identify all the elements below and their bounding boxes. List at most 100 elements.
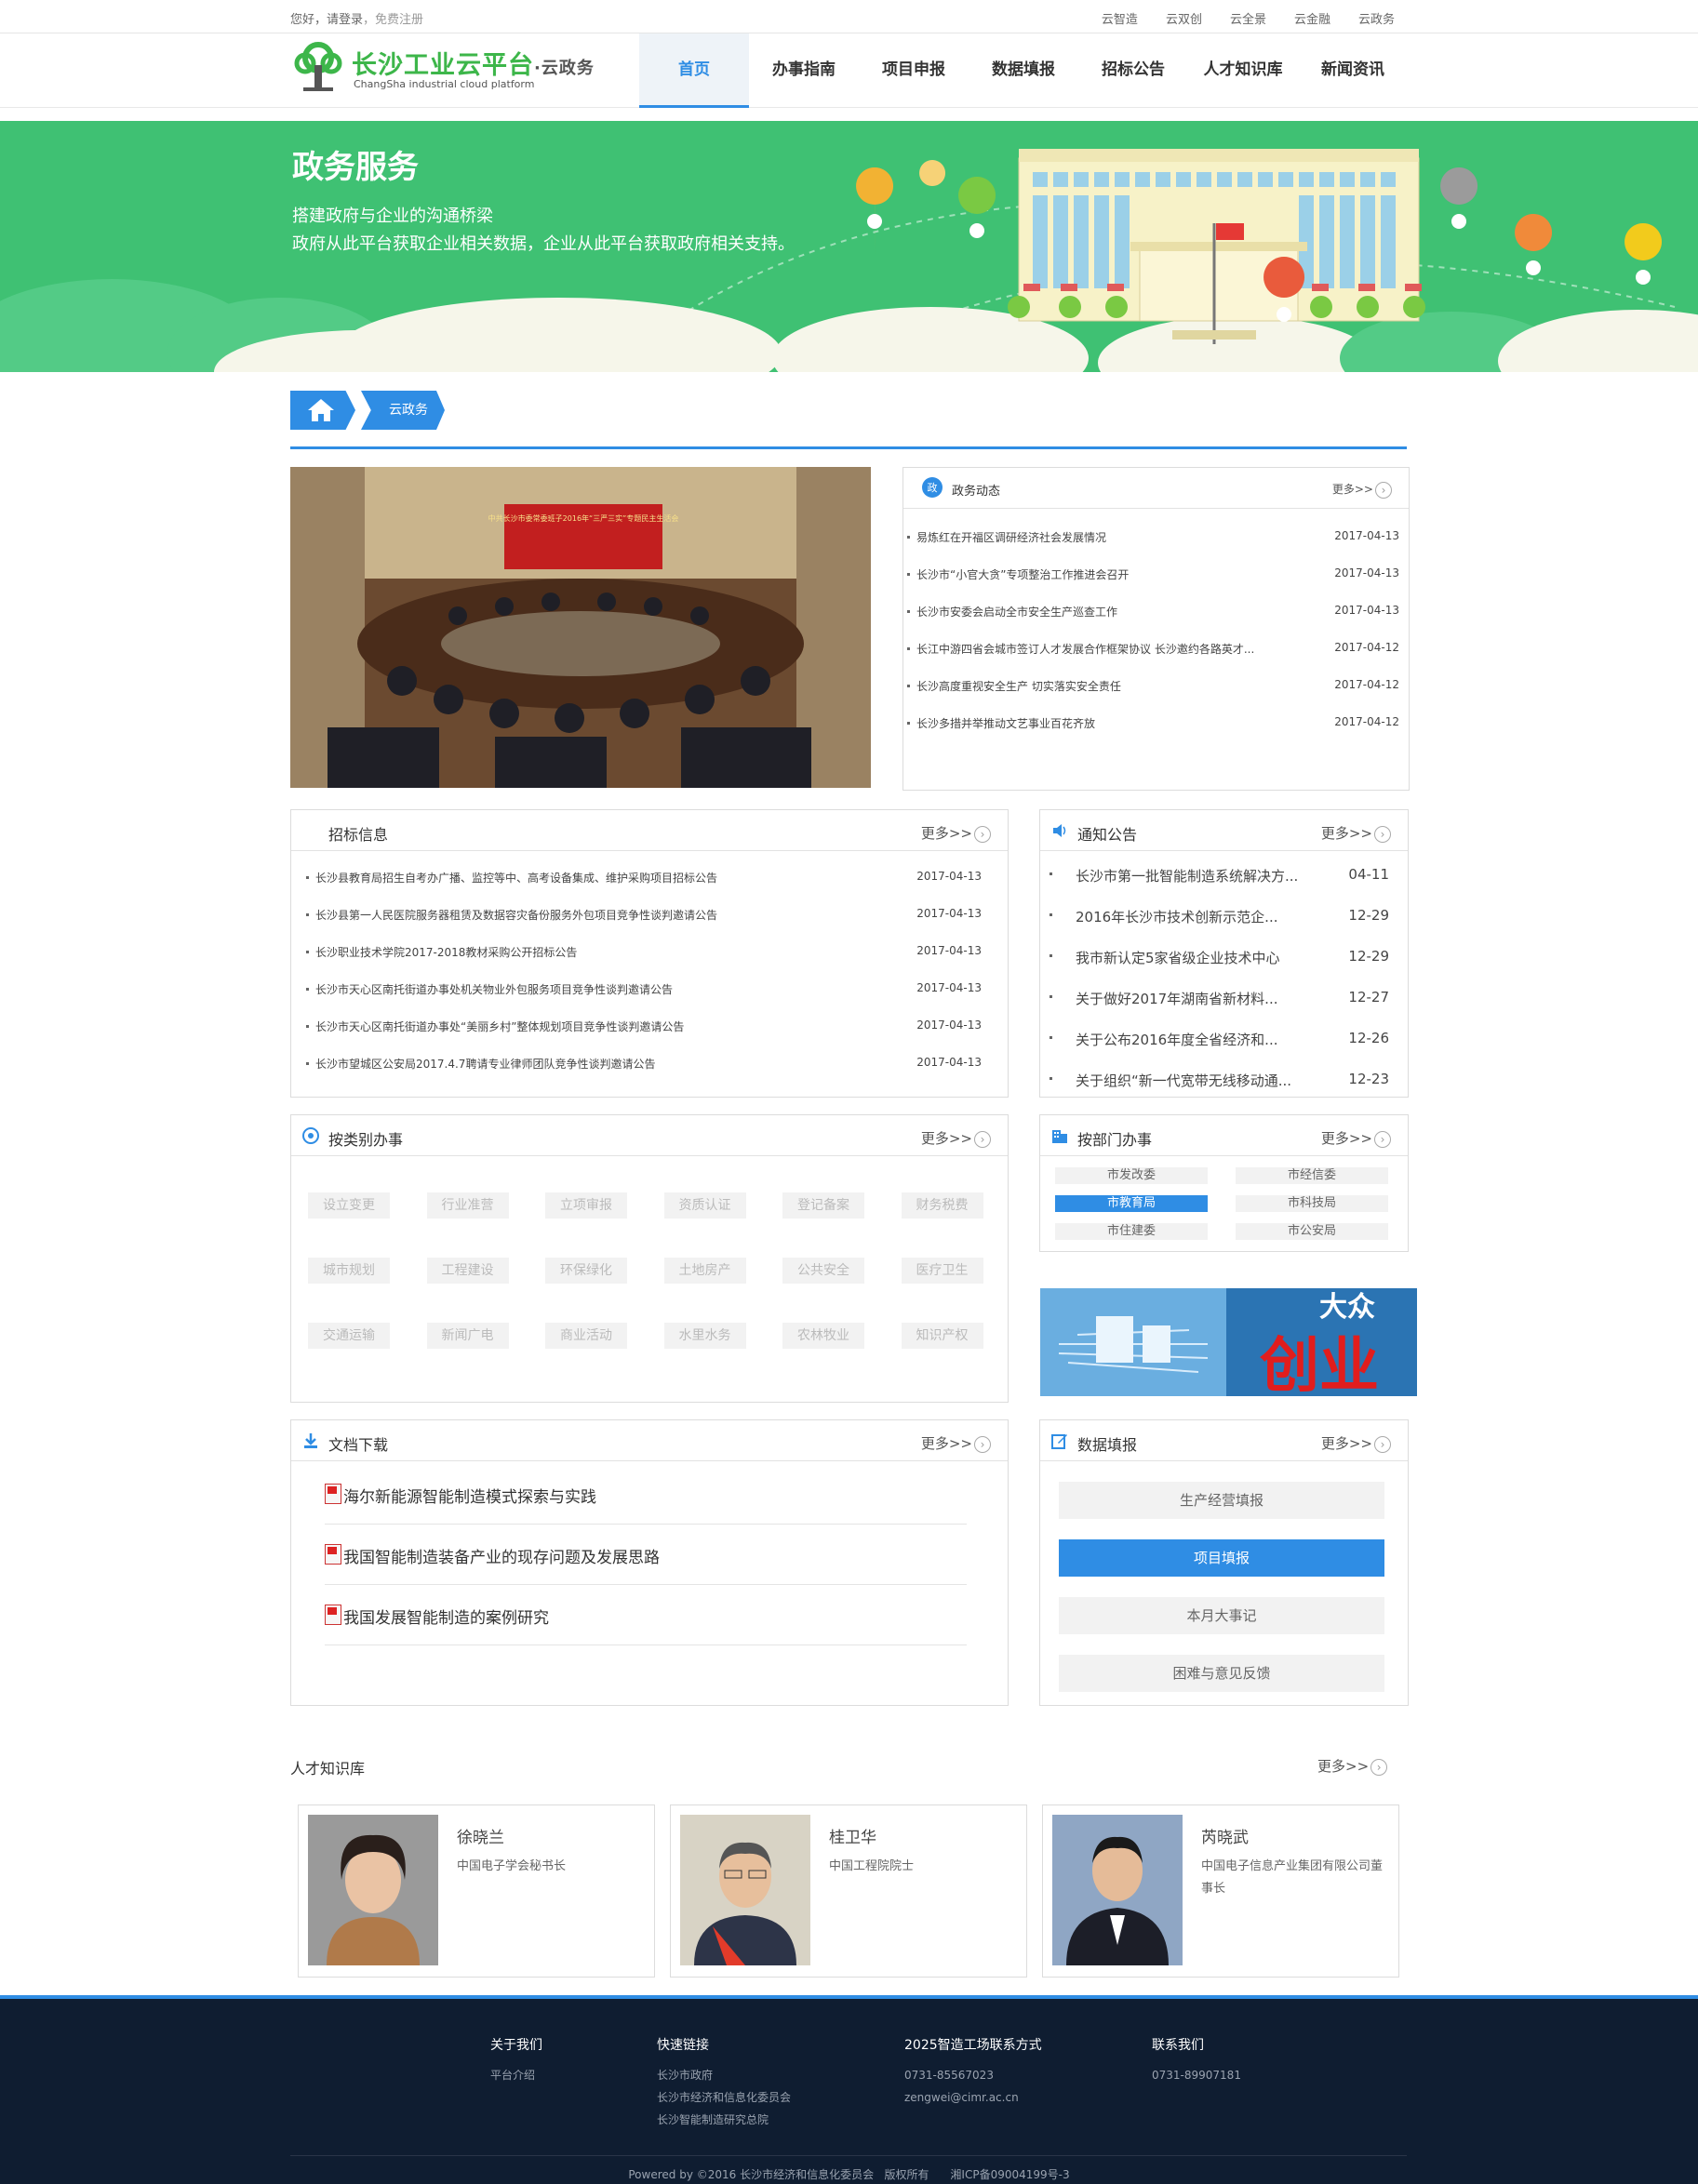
footer-link-smart-mfg-institute[interactable]: 长沙智能制造研究总院 <box>657 2109 791 2131</box>
bidding-item-title[interactable]: 长沙市天心区南托街道办事处机关物业外包服务项目竞争性谈判邀请公告 <box>315 981 673 997</box>
entrepreneurship-banner[interactable]: 大众 创业 <box>1040 1288 1417 1396</box>
news-item-title[interactable]: 长江中游四省会城市签订人才发展合作框架协议 长沙邀约各路英才... <box>916 641 1254 657</box>
notice-item[interactable]: 关于公布2016年度全省经济和... 12-26 <box>1040 1019 1408 1056</box>
talent-card[interactable]: 芮晓武 中国电子信息产业集团有限公司董事长 <box>1042 1804 1399 1978</box>
category-tag[interactable]: 知识产权 <box>901 1323 983 1349</box>
category-tag[interactable]: 商业活动 <box>545 1323 627 1349</box>
category-tag[interactable]: 公共安全 <box>782 1258 864 1284</box>
notice-item[interactable]: 长沙市第一批智能制造系统解决方... 04-11 <box>1040 855 1408 892</box>
talent-card[interactable]: 徐晓兰 中国电子学会秘书长 <box>298 1804 655 1978</box>
news-photo[interactable]: 中共长沙市委常委班子2016年“三严三实”专题民主生活会 <box>290 467 871 788</box>
category-tag[interactable]: 农林牧业 <box>782 1323 864 1349</box>
notice-item-title[interactable]: 关于做好2017年湖南省新材料... <box>1076 989 1277 1008</box>
department-tag[interactable]: 市公安局 <box>1236 1223 1388 1240</box>
site-logo[interactable]: 长沙工业云平台·云政务 ChangSha industrial cloud pl… <box>290 37 597 93</box>
breadcrumb-current[interactable]: 云政务 <box>361 391 445 430</box>
department-tag[interactable]: 市发改委 <box>1055 1167 1208 1184</box>
category-tag[interactable]: 财务税费 <box>901 1192 983 1219</box>
category-tag[interactable]: 设立变更 <box>308 1192 390 1219</box>
news-item[interactable]: 长沙市安委会启动全市安全生产巡查工作 2017-04-13 <box>903 593 1409 630</box>
nav-data-fill[interactable]: 数据填报 <box>969 33 1078 108</box>
notice-item[interactable]: 2016年长沙市技术创新示范企... 12-29 <box>1040 896 1408 933</box>
category-tag[interactable]: 工程建设 <box>426 1258 509 1284</box>
platform-link-yunzhizao[interactable]: 云智造 <box>1102 9 1138 27</box>
nav-home[interactable]: 首页 <box>639 33 749 108</box>
bidding-item-title[interactable]: 长沙市天心区南托街道办事处“美丽乡村”整体规划项目竞争性谈判邀请公告 <box>315 1019 684 1034</box>
breadcrumb-home[interactable] <box>290 391 355 430</box>
platform-link-yunshuangchuang[interactable]: 云双创 <box>1166 9 1202 27</box>
nav-project-apply[interactable]: 项目申报 <box>859 33 969 108</box>
news-item[interactable]: 长江中游四省会城市签订人才发展合作框架协议 长沙邀约各路英才... 2017-04… <box>903 630 1409 667</box>
news-item[interactable]: 长沙高度重视安全生产 切实落实安全责任 2017-04-12 <box>903 667 1409 704</box>
department-tag[interactable]: 市科技局 <box>1236 1195 1388 1212</box>
category-tag[interactable]: 新闻广电 <box>426 1323 509 1349</box>
docs-more[interactable]: 更多>> › <box>921 1433 991 1453</box>
category-tag[interactable]: 登记备案 <box>782 1192 864 1219</box>
footer-link-econ-committee[interactable]: 长沙市经济和信息化委员会 <box>657 2086 791 2109</box>
notice-item-title[interactable]: 2016年长沙市技术创新示范企... <box>1076 907 1277 926</box>
department-tag[interactable]: 市经信委 <box>1236 1167 1388 1184</box>
news-item-title[interactable]: 易炼红在开福区调研经济社会发展情况 <box>916 529 1106 545</box>
bidding-item-title[interactable]: 长沙县第一人民医院服务器租赁及数据容灾备份服务外包项目竞争性谈判邀请公告 <box>315 907 717 923</box>
footer-link-city-gov[interactable]: 长沙市政府 <box>657 2064 791 2086</box>
news-item[interactable]: 长沙市“小官大贪”专项整治工作推进会召开 2017-04-13 <box>903 555 1409 593</box>
notice-item[interactable]: 关于做好2017年湖南省新材料... 12-27 <box>1040 978 1408 1015</box>
department-tag[interactable]: 市住建委 <box>1055 1223 1208 1240</box>
doc-item[interactable]: 我国智能制造装备产业的现存问题及发展思路 <box>325 1525 967 1585</box>
bidding-item[interactable]: 长沙职业技术学院2017-2018教材采购公开招标公告 2017-04-13 <box>291 933 1008 970</box>
news-item[interactable]: 易炼红在开福区调研经济社会发展情况 2017-04-13 <box>903 518 1409 555</box>
notice-item-title[interactable]: 我市新认定5家省级企业技术中心 <box>1076 948 1280 967</box>
category-tag[interactable]: 医疗卫生 <box>901 1258 983 1284</box>
notice-item-title[interactable]: 关于公布2016年度全省经济和... <box>1076 1030 1277 1049</box>
category-tag[interactable]: 立项审报 <box>545 1192 627 1219</box>
platform-link-yunzhengwu[interactable]: 云政务 <box>1358 9 1395 27</box>
category-more[interactable]: 更多>> › <box>921 1128 991 1148</box>
notice-more[interactable]: 更多>> › <box>1321 823 1391 843</box>
footer-link-platform-intro[interactable]: 平台介绍 <box>490 2064 542 2086</box>
register-link[interactable]: ，免费注册 <box>363 13 423 27</box>
doc-item[interactable]: 海尔新能源智能制造模式探索与实践 <box>325 1465 967 1525</box>
notice-item-title[interactable]: 关于组织“新一代宽带无线移动通... <box>1076 1071 1291 1090</box>
doc-item-title[interactable]: 我国发展智能制造的案例研究 <box>343 1605 549 1628</box>
bidding-item[interactable]: 长沙县教育局招生自考办广播、监控等中、高考设备集成、维护采购项目招标公告 2017… <box>291 859 1008 896</box>
bidding-item-title[interactable]: 长沙县教育局招生自考办广播、监控等中、高考设备集成、维护采购项目招标公告 <box>315 870 717 886</box>
login-link[interactable]: 您好，请登录 <box>290 13 363 27</box>
datafill-button[interactable]: 困难与意见反馈 <box>1059 1655 1384 1692</box>
notice-item[interactable]: 我市新认定5家省级企业技术中心 12-29 <box>1040 937 1408 974</box>
news-item-title[interactable]: 长沙市“小官大贪”专项整治工作推进会召开 <box>916 566 1129 582</box>
bidding-item-title[interactable]: 长沙市望城区公安局2017.4.7聘请专业律师团队竞争性谈判邀请公告 <box>315 1056 655 1072</box>
platform-link-yunquanjing[interactable]: 云全景 <box>1230 9 1266 27</box>
category-tag[interactable]: 水里水务 <box>663 1323 746 1349</box>
datafill-button[interactable]: 生产经营填报 <box>1059 1482 1384 1519</box>
doc-item[interactable]: 我国发展智能制造的案例研究 <box>325 1586 967 1645</box>
bidding-more[interactable]: 更多>> › <box>921 823 991 843</box>
platform-link-yunjinrong[interactable]: 云金融 <box>1294 9 1330 27</box>
datafill-button[interactable]: 本月大事记 <box>1059 1597 1384 1634</box>
bidding-item-title[interactable]: 长沙职业技术学院2017-2018教材采购公开招标公告 <box>315 944 577 960</box>
doc-item-title[interactable]: 我国智能制造装备产业的现存问题及发展思路 <box>343 1544 660 1567</box>
datafill-more[interactable]: 更多>> › <box>1321 1433 1391 1453</box>
bidding-item[interactable]: 长沙县第一人民医院服务器租赁及数据容灾备份服务外包项目竞争性谈判邀请公告 2017… <box>291 896 1008 933</box>
category-tag[interactable]: 交通运输 <box>308 1323 390 1349</box>
doc-item-title[interactable]: 海尔新能源智能制造模式探索与实践 <box>343 1484 596 1507</box>
news-item-title[interactable]: 长沙市安委会启动全市安全生产巡查工作 <box>916 604 1117 619</box>
gov-news-more[interactable]: 更多>> › <box>1332 481 1392 499</box>
bidding-item[interactable]: 长沙市天心区南托街道办事处“美丽乡村”整体规划项目竞争性谈判邀请公告 2017-0… <box>291 1007 1008 1045</box>
category-tag[interactable]: 土地房产 <box>663 1258 746 1284</box>
nav-bidding[interactable]: 招标公告 <box>1078 33 1188 108</box>
department-tag[interactable]: 市教育局 <box>1055 1195 1208 1212</box>
footer-email[interactable]: zengwei@cimr.ac.cn <box>904 2086 1042 2109</box>
news-item-title[interactable]: 长沙高度重视安全生产 切实落实安全责任 <box>916 678 1121 694</box>
category-tag[interactable]: 行业准营 <box>426 1192 509 1219</box>
bidding-item[interactable]: 长沙市天心区南托街道办事处机关物业外包服务项目竞争性谈判邀请公告 2017-04-… <box>291 970 1008 1007</box>
news-item-title[interactable]: 长沙多措并举推动文艺事业百花齐放 <box>916 715 1095 731</box>
talent-more[interactable]: 更多>> › <box>1317 1756 1388 1776</box>
category-tag[interactable]: 城市规划 <box>308 1258 390 1284</box>
bidding-item[interactable]: 长沙市望城区公安局2017.4.7聘请专业律师团队竞争性谈判邀请公告 2017-0… <box>291 1045 1008 1082</box>
notice-item-title[interactable]: 长沙市第一批智能制造系统解决方... <box>1076 866 1298 886</box>
department-more[interactable]: 更多>> › <box>1321 1128 1391 1148</box>
nav-talent[interactable]: 人才知识库 <box>1188 33 1298 108</box>
notice-item[interactable]: 关于组织“新一代宽带无线移动通... 12-23 <box>1040 1059 1408 1097</box>
datafill-button[interactable]: 项目填报 <box>1059 1539 1384 1577</box>
nav-guide[interactable]: 办事指南 <box>749 33 859 108</box>
